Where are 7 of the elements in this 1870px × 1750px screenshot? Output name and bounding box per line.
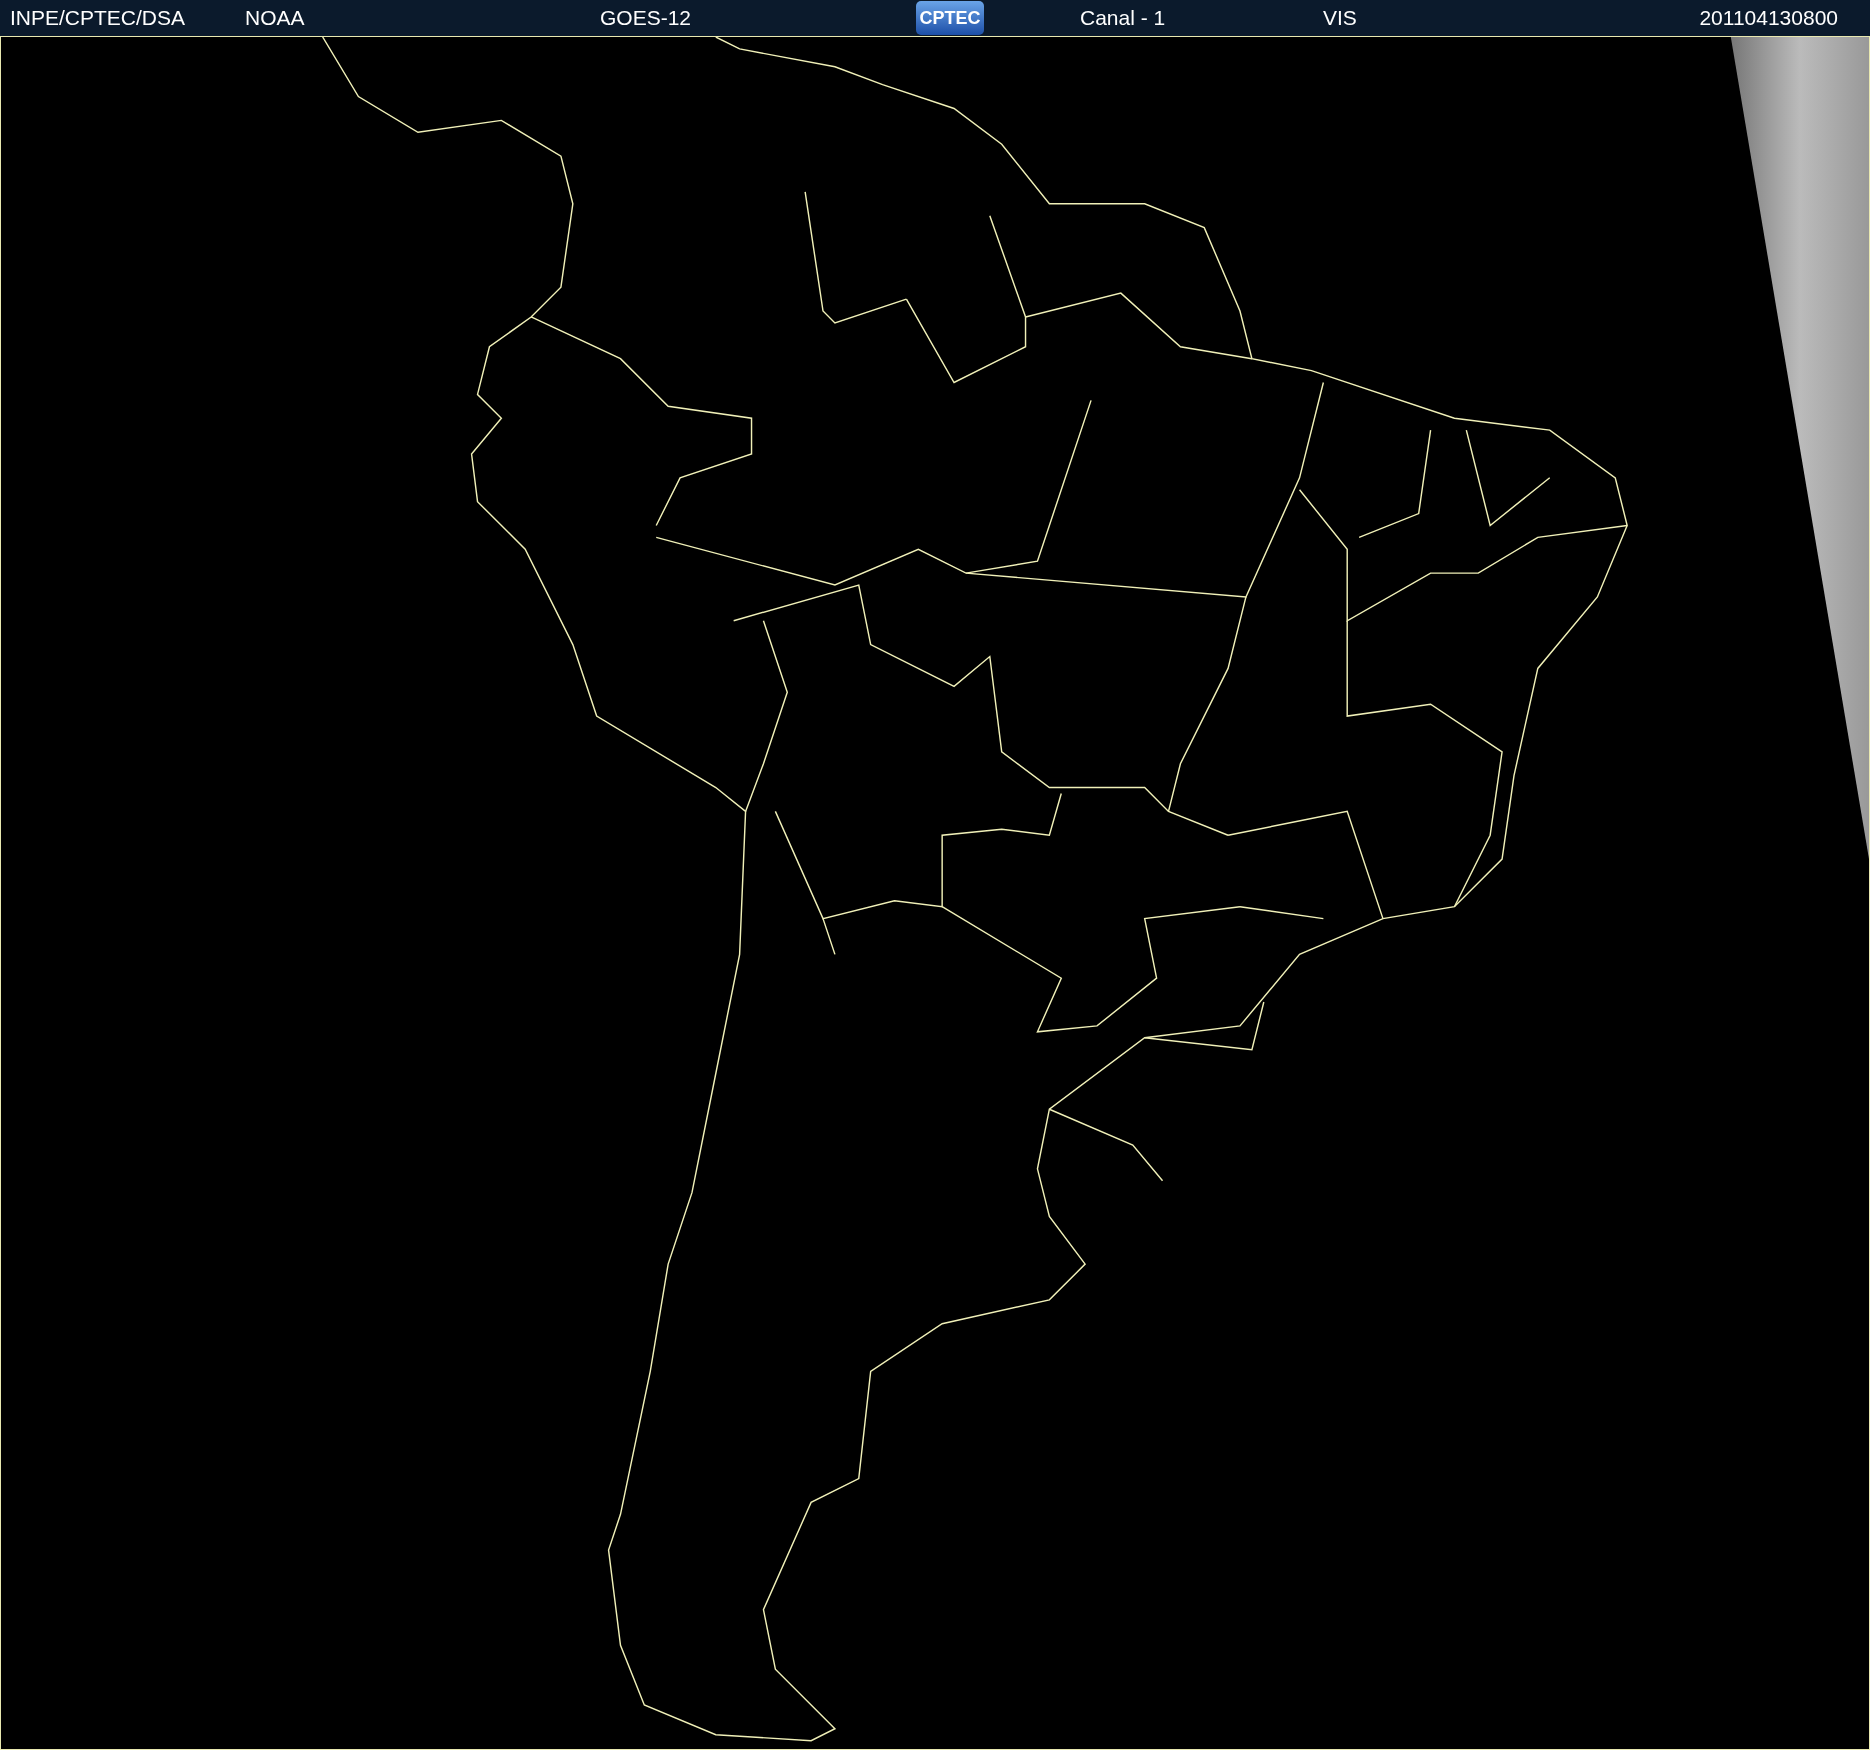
timestamp: 201104130800 [1699,6,1838,30]
header-label: NOAA [245,6,306,30]
channel-label: Canal - 1 [1080,6,1167,30]
band-label: VIS [1323,6,1358,30]
header-label: GOES-12 [600,6,693,30]
header-label: INPE/CPTEC/DSA [10,6,187,30]
logo: CPTEC [916,1,984,35]
